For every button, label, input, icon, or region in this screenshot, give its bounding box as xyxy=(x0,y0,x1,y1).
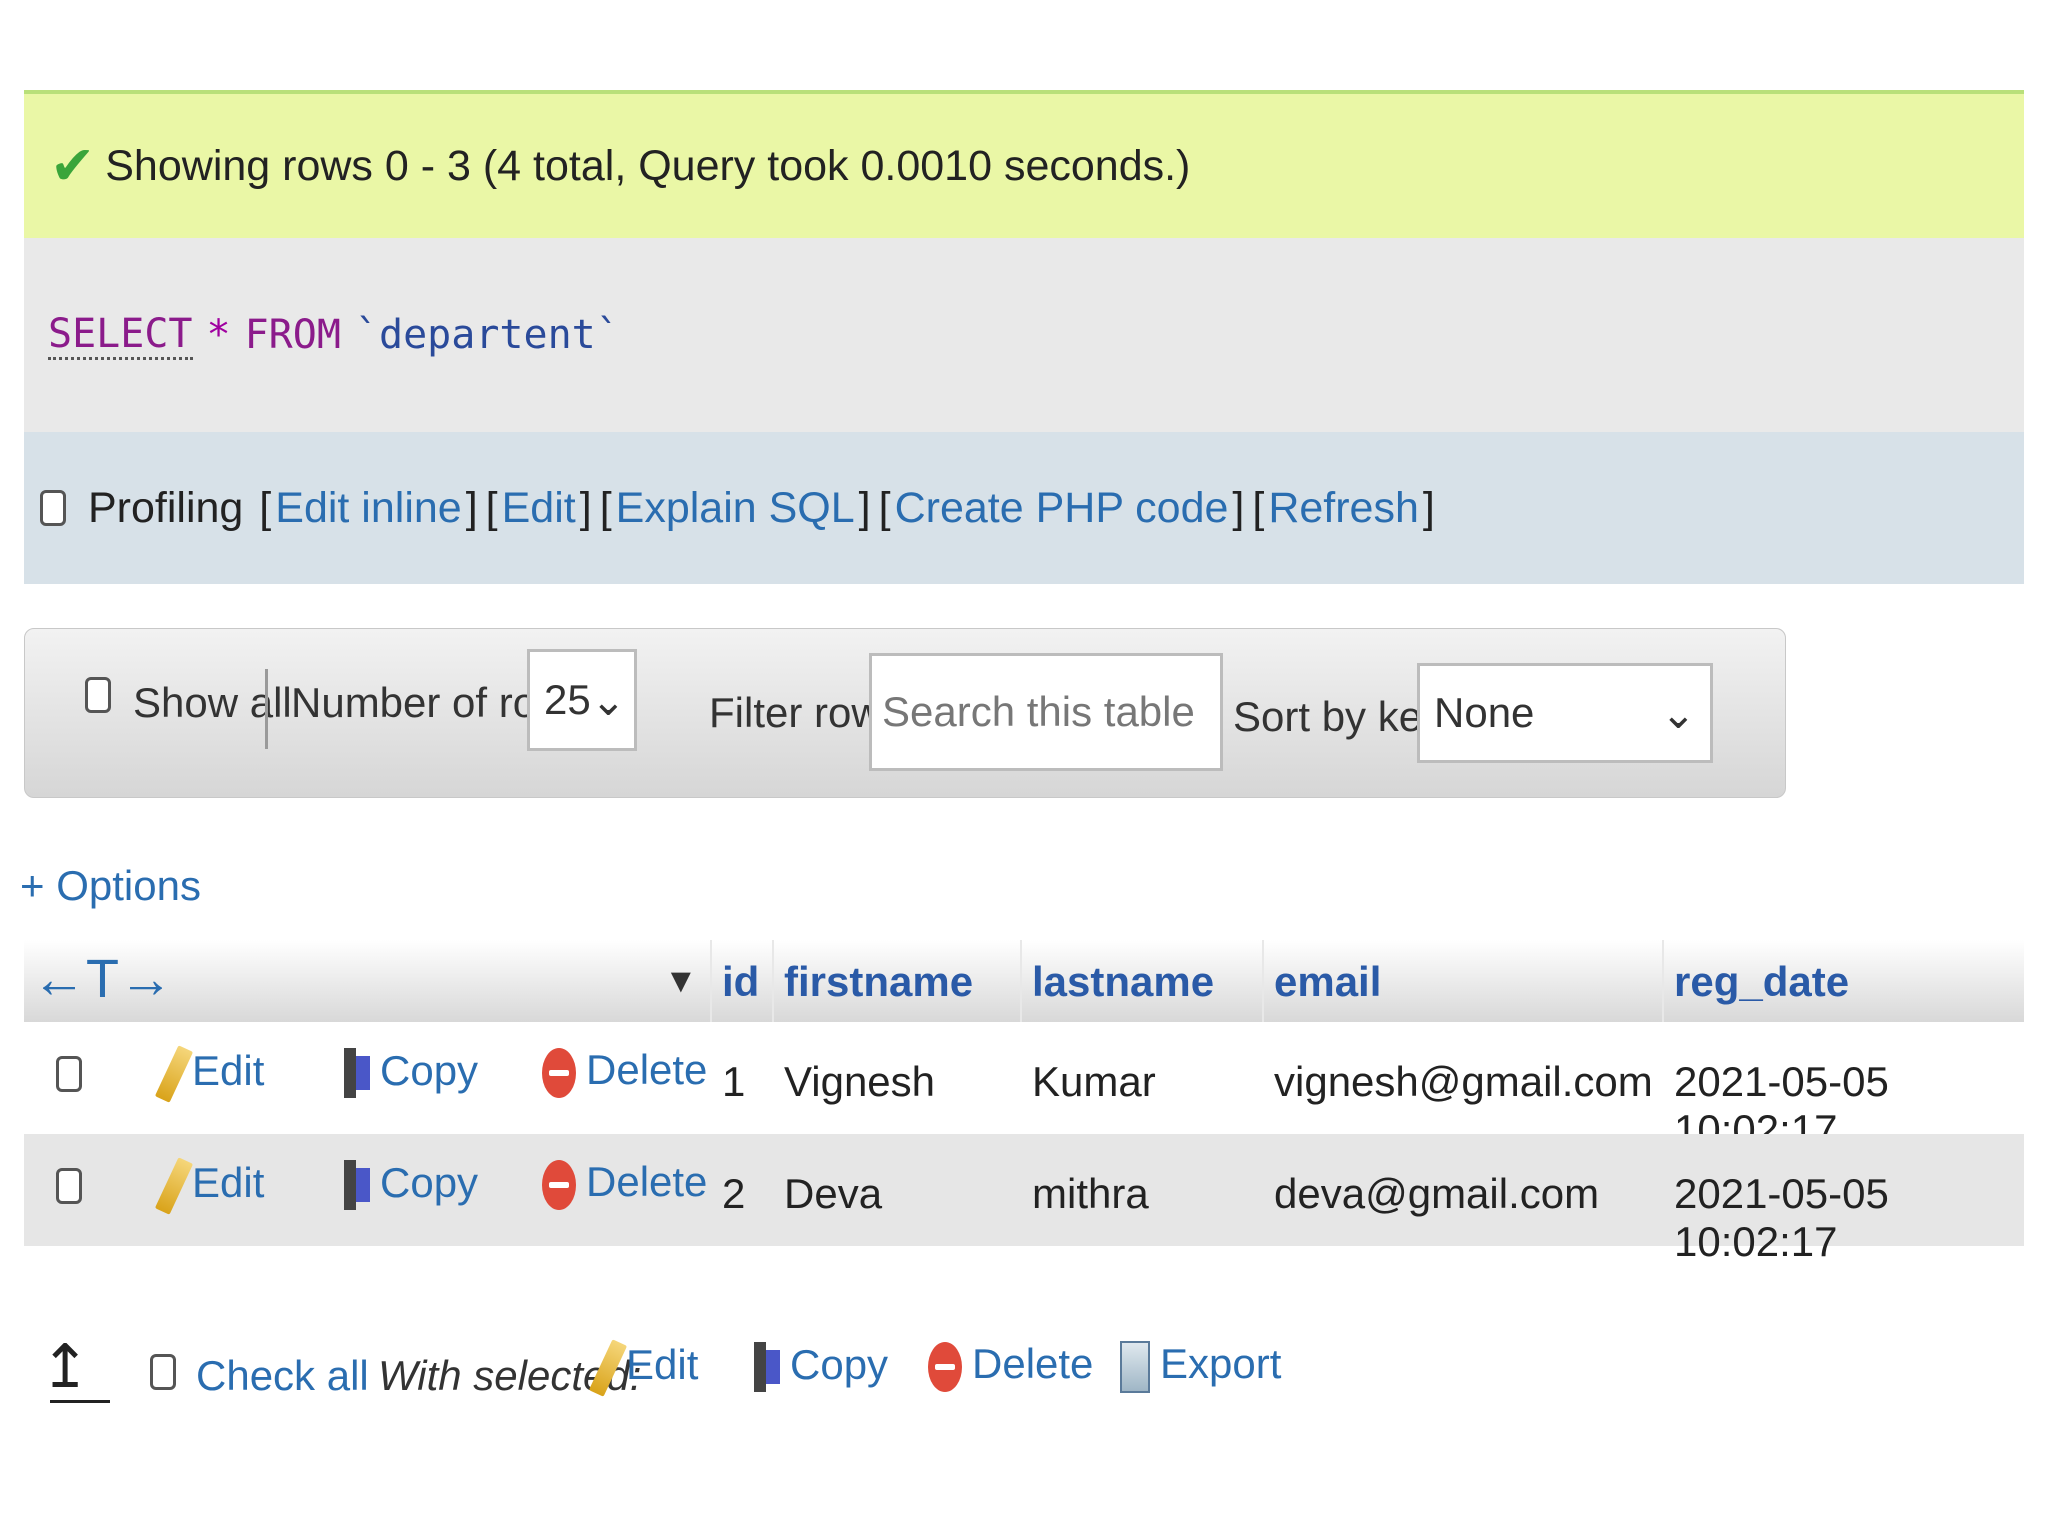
cell-lastname: Kumar xyxy=(1032,1058,1156,1105)
bulk-edit-button[interactable]: Edit xyxy=(588,1339,699,1397)
column-separator xyxy=(710,940,712,1022)
row-copy-button[interactable]: Copy xyxy=(342,1158,478,1214)
bracket-close: ] xyxy=(858,483,871,532)
pencil-icon xyxy=(154,1157,194,1215)
column-lastname[interactable]: lastname xyxy=(1032,958,1214,1006)
delete-icon xyxy=(542,1047,576,1098)
bracket-open: [ xyxy=(247,483,272,532)
sql-query: SELECT * FROM `departent` xyxy=(24,238,2024,432)
filter-input[interactable]: Search this table xyxy=(869,653,1223,771)
chevron-down-icon: ⌄ xyxy=(590,676,626,724)
column-firstname[interactable]: firstname xyxy=(784,958,973,1006)
bracket-close: ] xyxy=(1232,483,1245,532)
success-message: ✔ Showing rows 0 - 3 (4 total, Query too… xyxy=(24,90,2024,238)
table-row: Edit Copy Delete 1 Vignesh Kumar vignesh… xyxy=(24,1022,2024,1153)
arrow-base-line xyxy=(50,1400,110,1403)
column-separator xyxy=(1262,940,1264,1022)
bulk-delete-label: Delete xyxy=(972,1340,1094,1387)
bracket-open: [ xyxy=(485,483,498,532)
table-row: Edit Copy Delete 2 Deva mithra deva@gmai… xyxy=(24,1134,2024,1265)
copy-icon xyxy=(342,1046,372,1102)
export-icon xyxy=(1120,1340,1150,1393)
column-reg-date[interactable]: reg_date xyxy=(1674,958,1849,1006)
bracket-close: ] xyxy=(1422,483,1435,532)
delete-icon xyxy=(542,1159,576,1210)
bulk-copy-button[interactable]: Copy xyxy=(752,1340,888,1396)
cell-lastname: mithra xyxy=(1032,1170,1149,1217)
cell-email: vignesh@gmail.com xyxy=(1274,1058,1653,1105)
rows-select-value: 25 xyxy=(544,676,591,723)
rows-select[interactable]: 25 ⌄ xyxy=(527,649,637,751)
query-actions-bar: Profiling [Edit inline] [Edit] [Explain … xyxy=(24,432,2024,584)
sql-keyword-select[interactable]: SELECT xyxy=(48,311,193,360)
explain-sql-link[interactable]: Explain SQL xyxy=(616,484,855,533)
column-separator xyxy=(1662,940,1664,1022)
cell-id: 1 xyxy=(722,1058,746,1105)
bracket-close: ] xyxy=(465,483,478,532)
cell-reg-date: 2021-05-05 10:02:17 xyxy=(1674,1170,1889,1265)
check-all-label[interactable]: Check all xyxy=(196,1352,369,1400)
column-separator xyxy=(772,940,774,1022)
cell-firstname: Vignesh xyxy=(784,1058,936,1105)
row-edit-label: Edit xyxy=(192,1159,265,1207)
filter-placeholder: Search this table xyxy=(882,688,1195,735)
row-copy-label: Copy xyxy=(380,1159,479,1207)
sql-table-name: `departent` xyxy=(354,312,620,358)
profiling-checkbox[interactable] xyxy=(40,490,66,526)
refresh-link[interactable]: Refresh xyxy=(1268,484,1419,533)
cell-email: deva@gmail.com xyxy=(1274,1170,1600,1217)
table-navigation: Show all Number of rows: 25 ⌄ Filter row… xyxy=(24,628,1786,798)
check-icon: ✔ xyxy=(50,136,96,196)
row-edit-button[interactable]: Edit xyxy=(154,1045,265,1103)
edit-inline-link[interactable]: Edit inline xyxy=(275,484,461,533)
row-delete-button[interactable]: Delete xyxy=(542,1158,707,1210)
bracket-close: ] xyxy=(579,483,592,532)
edit-link[interactable]: Edit xyxy=(502,484,576,533)
profiling-label: Profiling xyxy=(88,483,244,532)
cell-id: 2 xyxy=(722,1170,746,1217)
pencil-icon xyxy=(154,1045,194,1103)
arrow-up-left-icon: ↥ xyxy=(40,1333,91,1400)
divider xyxy=(265,669,268,749)
row-edit-button[interactable]: Edit xyxy=(154,1157,265,1215)
column-separator xyxy=(1020,940,1022,1022)
sort-select[interactable]: None ⌄ xyxy=(1417,663,1713,763)
column-id[interactable]: id xyxy=(722,958,759,1006)
sql-keyword-from: FROM xyxy=(244,312,341,358)
column-resize-icon[interactable]: ←T→ xyxy=(32,948,173,1010)
success-text: Showing rows 0 - 3 (4 total, Query took … xyxy=(105,141,1191,190)
bulk-copy-label: Copy xyxy=(790,1341,889,1389)
column-email[interactable]: email xyxy=(1274,958,1381,1006)
bulk-actions: ↥ Check all With selected: Edit Copy Del… xyxy=(40,1330,1340,1420)
bracket-open: [ xyxy=(1252,483,1265,532)
options-link[interactable]: + Options xyxy=(20,862,201,910)
check-all-checkbox[interactable] xyxy=(150,1354,176,1390)
chevron-down-icon: ⌄ xyxy=(1660,689,1696,737)
row-delete-button[interactable]: Delete xyxy=(542,1046,707,1098)
row-copy-label: Copy xyxy=(380,1047,479,1095)
table-header: ←T→ ▼ id firstname lastname email reg_da… xyxy=(24,940,2024,1022)
bracket-open: [ xyxy=(599,483,612,532)
cell-firstname: Deva xyxy=(784,1170,883,1217)
row-delete-label: Delete xyxy=(586,1158,708,1205)
bulk-delete-button[interactable]: Delete xyxy=(928,1340,1093,1392)
delete-icon xyxy=(928,1341,962,1392)
row-copy-button[interactable]: Copy xyxy=(342,1046,478,1102)
phpmyadmin-results-page: ✔ Showing rows 0 - 3 (4 total, Query too… xyxy=(0,0,2048,1536)
sort-select-value: None xyxy=(1434,689,1535,736)
sql-star: * xyxy=(206,312,231,358)
sort-toggle-icon[interactable]: ▼ xyxy=(664,962,698,1001)
show-all-checkbox[interactable] xyxy=(85,677,111,713)
bulk-export-label: Export xyxy=(1160,1340,1282,1387)
bulk-edit-label: Edit xyxy=(626,1341,699,1389)
create-php-code-link[interactable]: Create PHP code xyxy=(895,484,1229,533)
row-checkbox[interactable] xyxy=(56,1056,82,1092)
bulk-export-button[interactable]: Export xyxy=(1120,1340,1281,1393)
copy-icon xyxy=(342,1158,372,1214)
row-edit-label: Edit xyxy=(192,1047,265,1095)
copy-icon xyxy=(752,1340,782,1396)
row-checkbox[interactable] xyxy=(56,1168,82,1204)
row-delete-label: Delete xyxy=(586,1046,708,1093)
bracket-open: [ xyxy=(878,483,891,532)
